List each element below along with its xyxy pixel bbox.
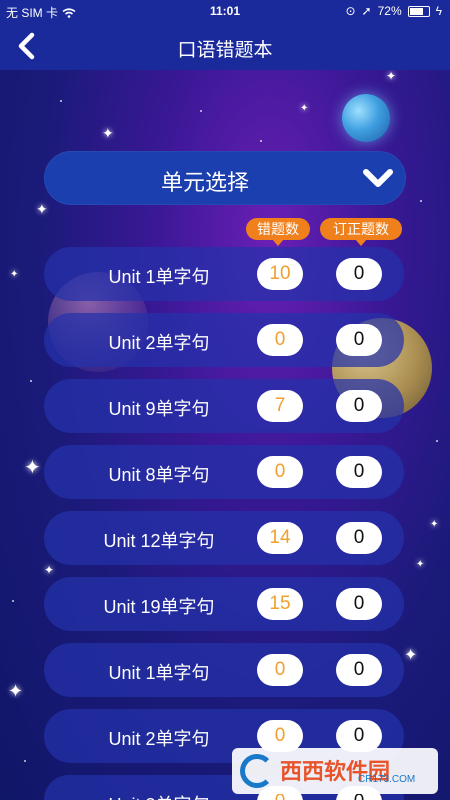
corrected-count: 0 [336,588,382,620]
charging-icon: ϟ [435,4,442,18]
unit-label: Unit 9单字句 [108,399,210,419]
unit-row[interactable]: Unit 9单字句 7 0 [44,379,404,433]
corrected-count: 0 [336,390,382,422]
unit-row[interactable]: Unit 12单字句 14 0 [44,511,404,565]
orientation-lock-icon: ⊙ [345,4,356,18]
star-icon: ✦ [44,563,55,577]
page-title: 口语错题本 [177,40,273,61]
unit-label: Unit 1单字句 [108,267,210,287]
corrected-count: 0 [336,654,382,686]
status-bar: 无 SIM 卡 11:01 ⊙ ➚ 72% ϟ [0,0,450,22]
corrected-count: 0 [336,456,382,488]
star-icon: ✦ [102,125,114,141]
corrected-count-header: 订正题数 [320,218,402,246]
corrected-count: 0 [336,522,382,554]
chevron-down-icon [363,169,393,187]
star-icon: ✦ [386,69,397,83]
unit-label: Unit 8单字句 [108,465,210,485]
star-icon: ✦ [404,647,418,664]
corrected-count: 0 [336,324,382,356]
unit-label: Unit 3单字句 [54,791,264,800]
unit-label: Unit 12单字句 [103,531,215,551]
unit-row[interactable]: Unit 1单字句 0 0 [44,643,404,697]
unit-row[interactable]: Unit 19单字句 15 0 [44,577,404,631]
star-icon: ✦ [10,269,19,280]
wrong-count: 15 [257,588,303,620]
unit-row[interactable]: Unit 2单字句 0 0 [44,313,404,367]
unit-selector-label: 单元选择 [160,170,249,195]
location-icon: ➚ [361,4,372,18]
wrong-count: 0 [257,456,303,488]
unit-label: Unit 1单字句 [108,663,210,683]
nav-bar: 口语错题本 [0,22,450,70]
wrong-count: 14 [257,522,303,554]
star-icon: ✦ [24,457,41,479]
wrong-count: 0 [257,324,303,356]
star-icon: ✦ [430,519,439,530]
watermark-icon [240,754,274,788]
star-icon: ✦ [8,681,24,701]
star-icon: ✦ [300,103,309,114]
unit-label: Unit 19单字句 [103,597,215,617]
unit-selector-dropdown[interactable]: 单元选择 [44,151,406,205]
unit-row[interactable]: Unit 8单字句 0 0 [44,445,404,499]
watermark-subtext: CR173.COM [358,774,416,785]
planet-decoration [342,94,390,142]
battery-icon [407,5,430,17]
unit-label: Unit 2单字句 [108,729,210,749]
corrected-count: 0 [336,258,382,290]
star-icon: ✦ [36,201,48,217]
wrong-count-header: 错题数 [246,218,310,246]
unit-label: Unit 2单字句 [108,333,210,353]
star-icon: ✦ [416,559,425,570]
battery-percent: 72% [377,4,402,18]
watermark-logo: 西西软件园 CR173.COM [232,748,438,794]
wrong-count: 7 [257,390,303,422]
wrong-count: 10 [257,258,303,290]
unit-row[interactable]: Unit 1单字句 10 0 [44,247,404,301]
wrong-count: 0 [257,654,303,686]
